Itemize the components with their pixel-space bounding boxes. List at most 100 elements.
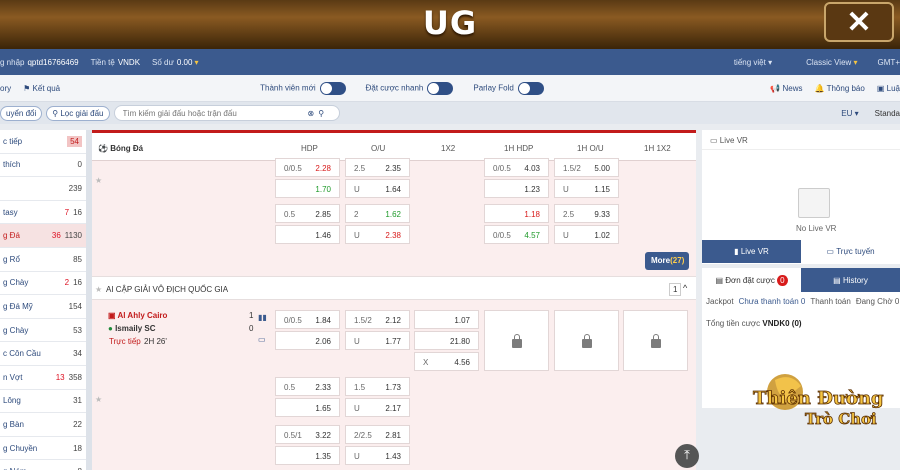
league-filter-button[interactable]: ⚲ Lọc giải đấu	[46, 105, 110, 121]
team-logo-icon: ▣	[108, 311, 116, 320]
odds-cell[interactable]: U 1.02	[554, 225, 619, 244]
sidebar-item[interactable]: g Đá 36 1130	[0, 224, 86, 248]
megaphone-icon: 📢	[770, 83, 781, 93]
odds-cell[interactable]: 1.70	[275, 179, 340, 198]
tab-history[interactable]: ▤ History	[801, 268, 900, 292]
login-label: g nhập	[0, 57, 25, 67]
more-markets-button[interactable]: More(27)	[645, 252, 689, 270]
odds-cell[interactable]: U 2.38	[345, 225, 410, 244]
sidebar-item-count: 16	[73, 278, 82, 288]
col-1h-ou: 1H O/U	[577, 144, 604, 153]
nav-news[interactable]: 📢 News	[770, 84, 802, 93]
odds-cell[interactable]: 0/0.5 4.03	[484, 158, 549, 177]
sidebar-item-label: g Rổ	[3, 254, 20, 264]
favorite-star-icon[interactable]: ★	[95, 176, 102, 185]
odds-cell[interactable]: 2/2.5 2.81	[345, 425, 410, 444]
sidebar-item[interactable]: n Vợt 13 358	[0, 366, 86, 390]
stats-icon[interactable]: ▮▮	[258, 313, 267, 322]
convert-button[interactable]: uyển đổi	[0, 105, 43, 121]
odds-cell[interactable]: 1.5 1.73	[345, 377, 410, 396]
clear-search-icon[interactable]: ⊗	[308, 109, 315, 118]
sidebar-item[interactable]: g Chày 2 16	[0, 272, 86, 296]
odds-cell[interactable]: U 2.17	[345, 398, 410, 417]
odds-format-select[interactable]: EU ▾	[841, 109, 858, 118]
odds-cell[interactable]: 0/0.5 1.84	[275, 310, 340, 329]
search-icon[interactable]: ⚲	[318, 109, 324, 118]
lock-icon	[650, 333, 661, 348]
language-select[interactable]: tiếng việt ▾	[734, 58, 772, 67]
search-input[interactable]	[113, 105, 340, 121]
subtab-jackpot[interactable]: Jackpot	[706, 297, 734, 306]
favorite-star-icon[interactable]: ★	[95, 285, 102, 294]
odds-cell[interactable]: 1.46	[275, 225, 340, 244]
odds-cell[interactable]: 1.5/2 2.12	[345, 310, 410, 329]
odds-cell[interactable]: U 1.77	[345, 331, 410, 350]
favorite-star-icon[interactable]: ★	[95, 395, 102, 404]
subtab-settled[interactable]: Thanh toán	[810, 297, 850, 306]
odds-cell[interactable]: 1.65	[275, 398, 340, 417]
brand-logo: UG	[422, 4, 478, 42]
sidebar-item[interactable]: g Rổ 85	[0, 248, 86, 272]
tab-bets[interactable]: ▤ Đơn đặt cược 0	[702, 268, 801, 292]
sidebar-item-label: tasy	[3, 207, 18, 217]
odds-cell[interactable]: 2.06	[275, 331, 340, 350]
odds-cell[interactable]: 2.5 2.35	[345, 158, 410, 177]
sidebar-item[interactable]: thích 0	[0, 154, 86, 178]
odds-cell[interactable]: 0.5 2.85	[275, 204, 340, 223]
parlay-fold-toggle[interactable]: Parlay Fold	[473, 81, 544, 95]
sidebar-item[interactable]: g Chày 53	[0, 319, 86, 343]
subtab-pending[interactable]: Đang Chờ 0	[856, 297, 900, 306]
balance-caret-icon[interactable]: ▾	[194, 58, 198, 67]
odds-cell[interactable]: 0/0.5 4.57	[484, 225, 549, 244]
odds-cell[interactable]: 0/0.5 2.28	[275, 158, 340, 177]
league-count: 1	[669, 283, 682, 296]
standard-select[interactable]: Standa	[875, 109, 900, 118]
nav-results[interactable]: ⚑ Kết quả	[23, 84, 60, 93]
tab-live[interactable]: ▭ Trực tuyến	[801, 240, 900, 263]
timezone-select[interactable]: GMT+	[878, 58, 900, 67]
filter-bar: uyển đổi ⚲ Lọc giải đấu ⊗ ⚲ EU ▾ Standa	[0, 102, 900, 124]
odds-cell[interactable]: U 1.64	[345, 179, 410, 198]
odds-panel: ⚽ Bóng Đá HDP O/U 1X2 1H HDP 1H O/U 1H 1…	[92, 130, 696, 470]
sidebar-item[interactable]: c tiếp 54	[0, 130, 86, 154]
quick-bet-toggle[interactable]: Đặt cược nhanh	[366, 81, 454, 95]
new-member-toggle[interactable]: Thành viên mới	[260, 81, 346, 95]
sidebar-item[interactable]: c Côn Cầu 34	[0, 342, 86, 366]
odds-cell[interactable]: 1.07	[414, 310, 479, 329]
odds-cell[interactable]: X 4.56	[414, 352, 479, 371]
odds-cell[interactable]: 2.5 9.33	[554, 204, 619, 223]
lock-icon	[511, 333, 522, 348]
tv-icon: ▭	[710, 136, 718, 145]
no-live-text: No Live VR	[796, 224, 837, 233]
league-header[interactable]: ★ AI CẬP GIẢI VÔ ĐỊCH QUỐC GIA 1 ^	[92, 276, 696, 300]
odds-cell[interactable]: 21.80	[414, 331, 479, 350]
scroll-top-button[interactable]: ⤒	[675, 444, 699, 468]
sidebar-item[interactable]: g Đá Mỹ 154	[0, 295, 86, 319]
odds-cell[interactable]: 1.35	[275, 446, 340, 465]
close-icon: ✕	[846, 5, 872, 39]
collapse-chevron-icon[interactable]: ^	[683, 283, 687, 293]
close-button[interactable]: ✕	[824, 2, 894, 42]
sidebar-item[interactable]: tasy 7 16	[0, 201, 86, 225]
odds-cell[interactable]: U 1.15	[554, 179, 619, 198]
tv-icon[interactable]: ▭	[258, 335, 266, 344]
nav-announcement[interactable]: 🔔 Thông báo	[815, 84, 865, 93]
odds-cell[interactable]: 2 1.62	[345, 204, 410, 223]
subtab-unsettled[interactable]: Chưa thanh toán 0	[739, 297, 806, 306]
nav-more[interactable]: ▣ Luậ	[877, 84, 900, 93]
brand-bar: UG ✕	[0, 0, 900, 49]
odds-cell[interactable]: 1.23	[484, 179, 549, 198]
odds-cell[interactable]: 1.18	[484, 204, 549, 223]
sidebar-item[interactable]: Lông 31	[0, 390, 86, 414]
odds-cell[interactable]: 0.5 2.33	[275, 377, 340, 396]
tab-live-vr[interactable]: ▮ Live VR	[702, 240, 801, 263]
sidebar-item[interactable]: g Chuyền 18	[0, 437, 86, 461]
sidebar-item[interactable]: g Bàn 22	[0, 413, 86, 437]
view-select[interactable]: Classic View ▾	[806, 58, 857, 67]
sidebar-item[interactable]: g Ném8	[0, 460, 86, 470]
nav-history[interactable]: ory	[0, 84, 11, 93]
odds-cell[interactable]: 1.5/2 5.00	[554, 158, 619, 177]
odds-cell[interactable]: 0.5/1 3.22	[275, 425, 340, 444]
sidebar-item[interactable]: 239	[0, 177, 86, 201]
odds-cell[interactable]: U 1.43	[345, 446, 410, 465]
